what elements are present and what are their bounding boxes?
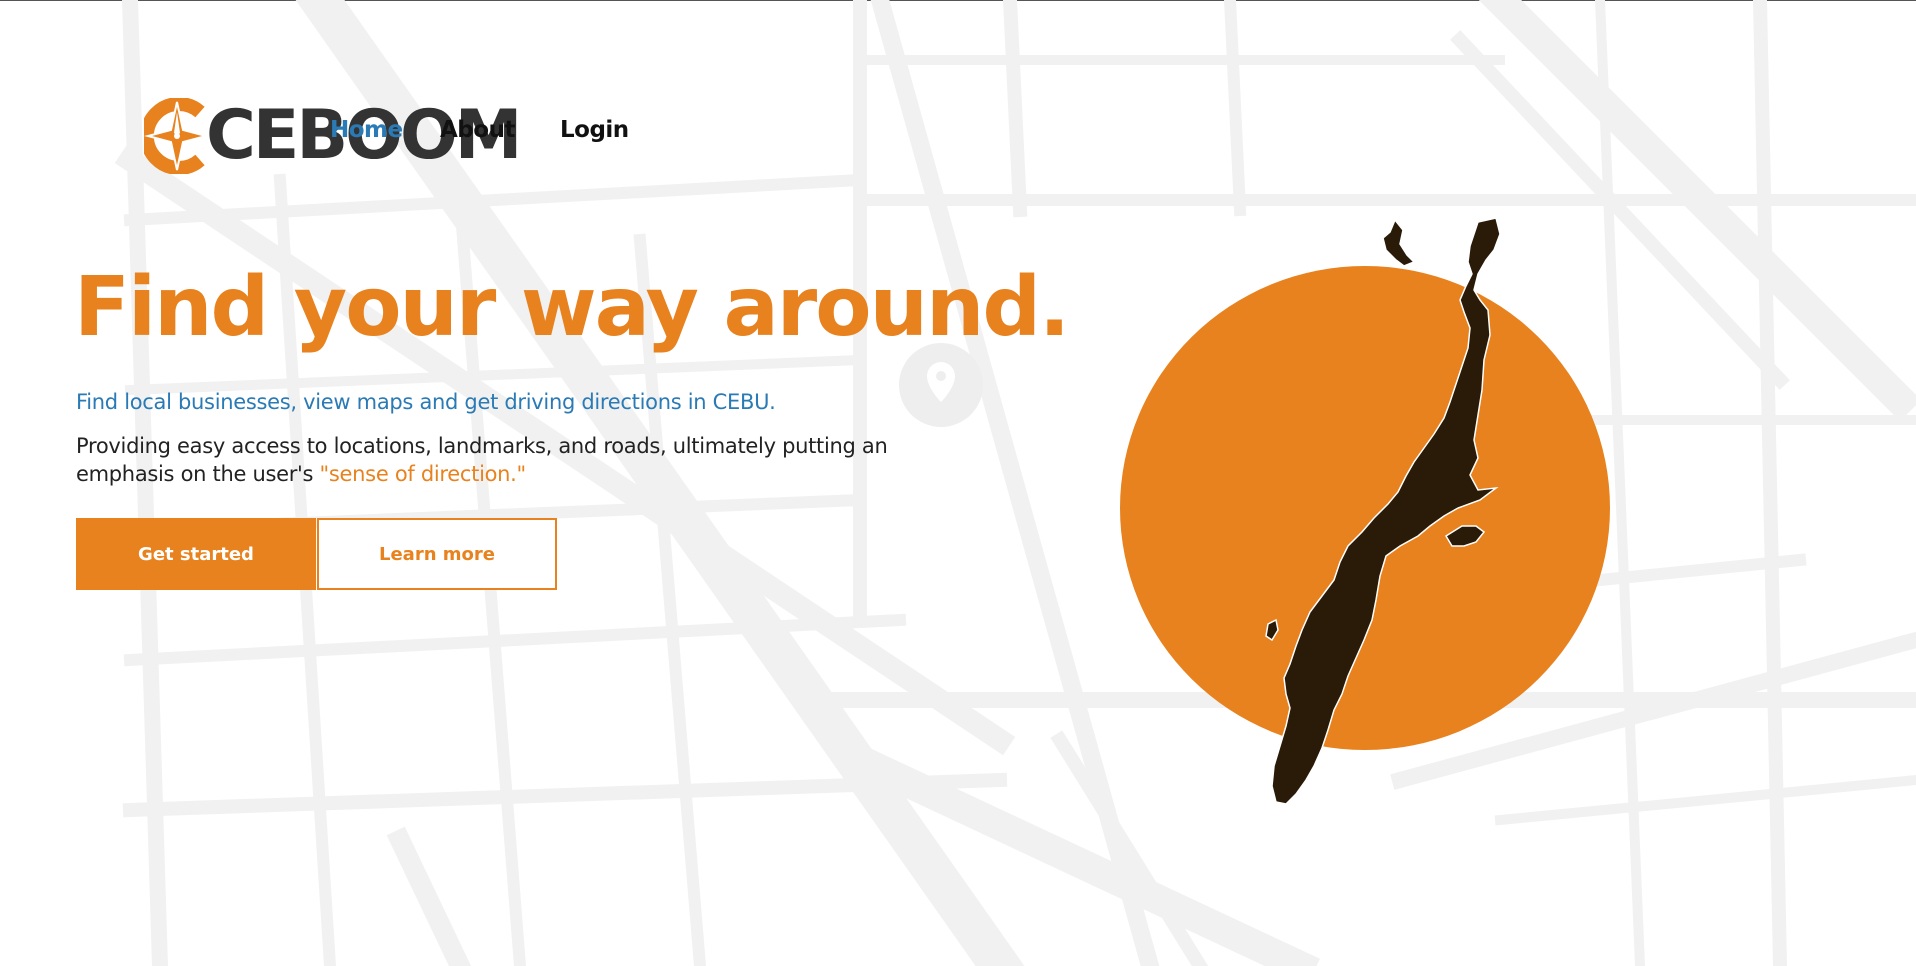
hero-subtitle: Find local businesses, view maps and get…	[76, 390, 776, 414]
hero-title: Find your way around.	[74, 260, 1070, 355]
learn-more-button[interactable]: Learn more	[317, 518, 557, 590]
hero-description: Providing easy access to locations, land…	[76, 432, 906, 488]
cebu-island-illustration	[1120, 217, 1610, 805]
get-started-button[interactable]: Get started	[76, 518, 316, 590]
landing-page: CEBOOM Home About Login Find your way ar…	[0, 0, 1916, 966]
hero-description-accent: "sense of direction."	[319, 462, 527, 486]
nav-link-login[interactable]: Login	[560, 117, 629, 143]
orange-circle	[1120, 266, 1610, 750]
nav-link-about[interactable]: About	[440, 117, 515, 143]
compass-logo-icon	[144, 98, 210, 174]
top-navigation: CEBOOM Home About Login	[0, 0, 1916, 200]
nav-link-home[interactable]: Home	[330, 117, 403, 143]
